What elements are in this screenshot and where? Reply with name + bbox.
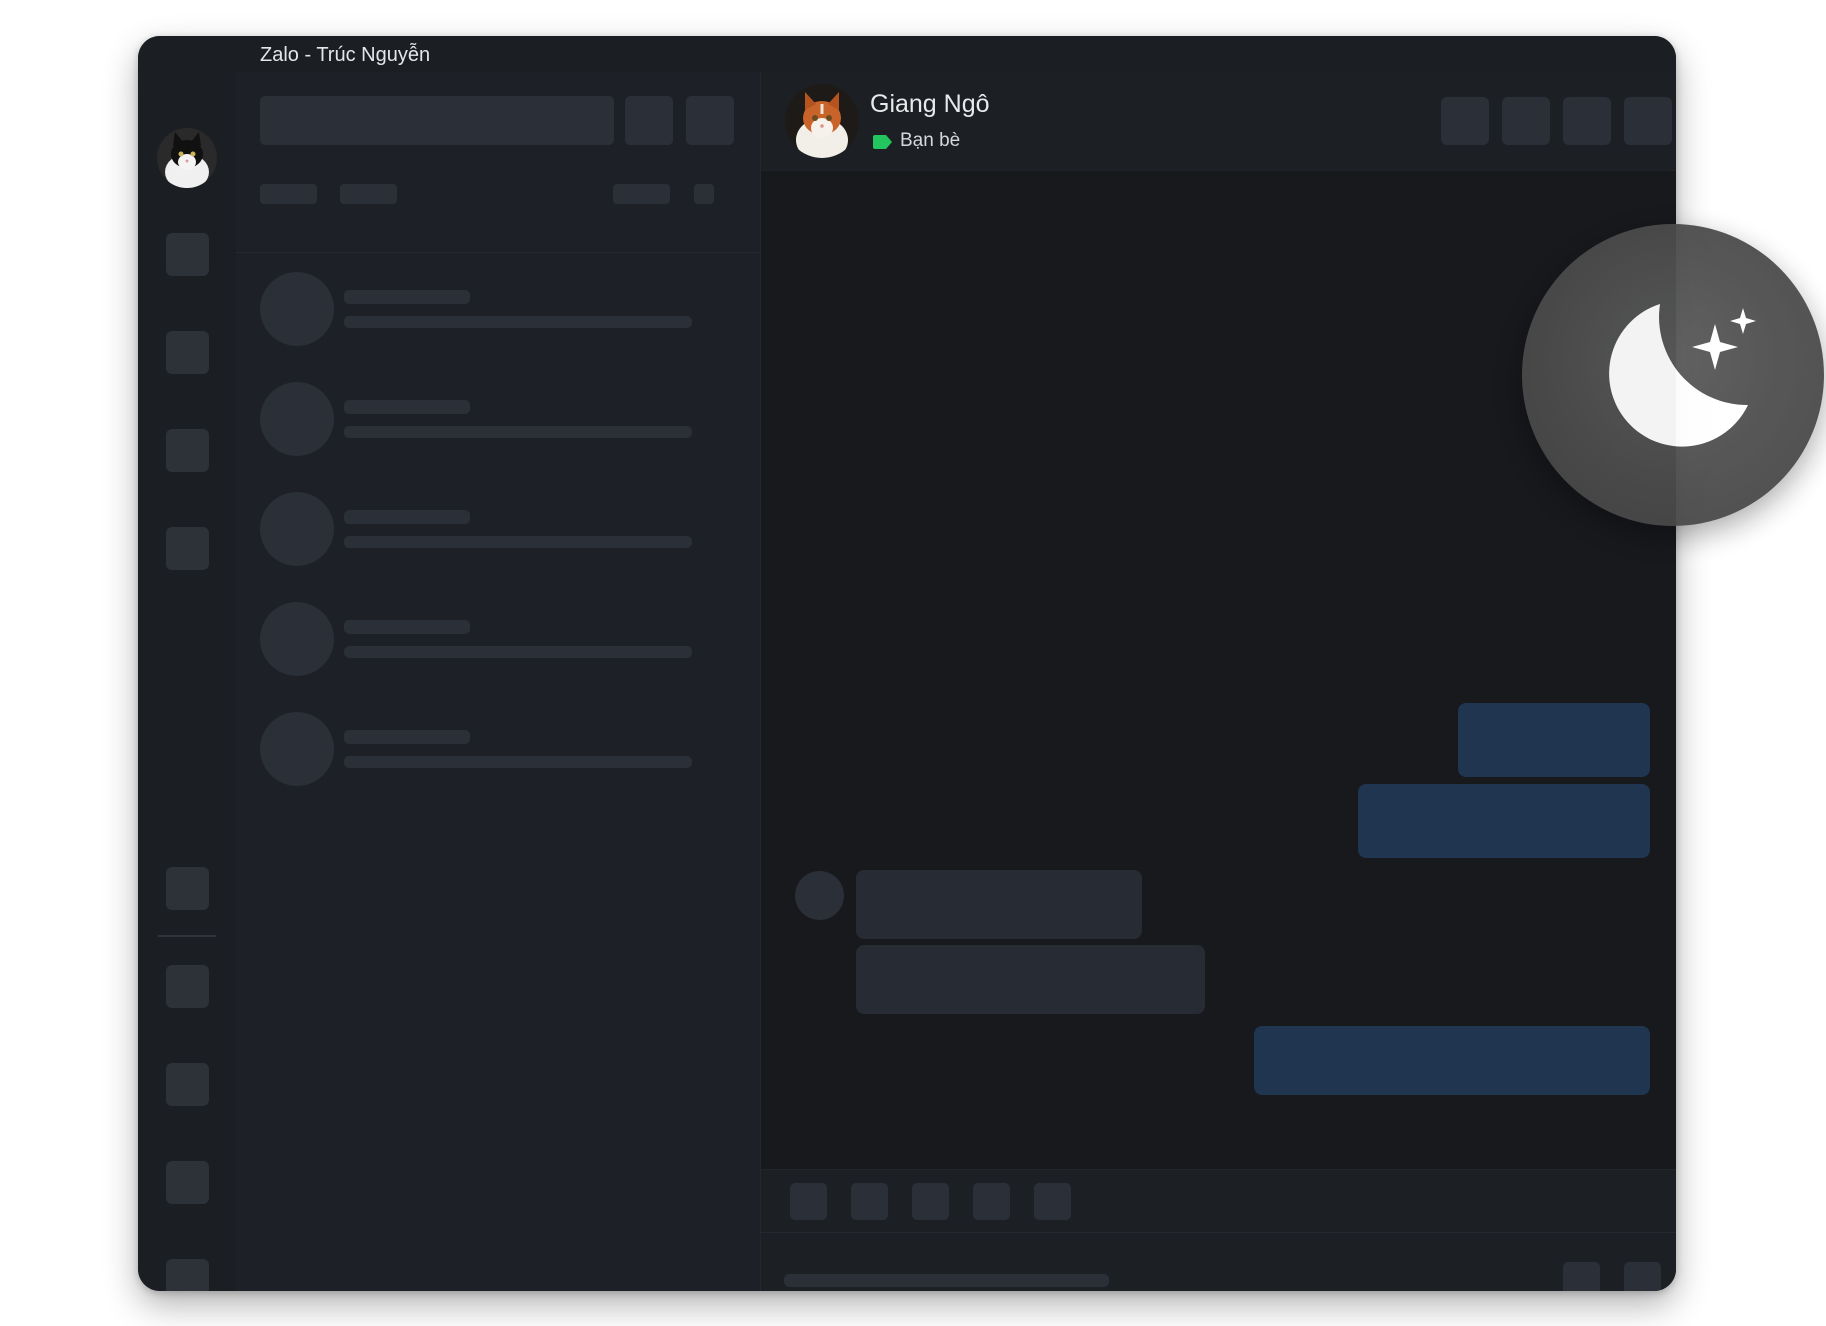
avatar: [260, 382, 334, 456]
message-bubble-outgoing[interactable]: [1458, 703, 1650, 777]
screenshot-button[interactable]: [973, 1183, 1010, 1220]
conversation-list: [236, 72, 761, 1291]
add-friend-button[interactable]: [625, 96, 673, 145]
group-add-button[interactable]: [1441, 97, 1489, 145]
create-group-button[interactable]: [686, 96, 734, 145]
nav-item-7[interactable]: [166, 1063, 209, 1106]
emoji-button[interactable]: [1563, 1262, 1600, 1291]
message-bubble-outgoing[interactable]: [1254, 1026, 1650, 1095]
title-bar: Zalo - Trúc Nguyễn: [138, 36, 1676, 72]
video-call-button[interactable]: [1563, 97, 1611, 145]
list-item-title: [344, 400, 470, 414]
message-bubble-outgoing[interactable]: [1358, 784, 1650, 858]
list-item-title: [344, 290, 470, 304]
list-item-preview: [344, 646, 692, 658]
chat-header: Giang Ngô Bạn bè: [761, 72, 1676, 171]
sender-avatar[interactable]: [795, 871, 844, 920]
nav-item-5[interactable]: [166, 867, 209, 910]
app-window: Zalo - Trúc Nguyễn Giang Ngô Bạn bè: [138, 36, 1676, 1291]
tab-unread[interactable]: [340, 184, 397, 204]
nav-item-6[interactable]: [166, 965, 209, 1008]
message-bubble-incoming[interactable]: [856, 945, 1205, 1014]
dark-mode-badge: [1522, 224, 1824, 526]
nav-divider: [158, 935, 216, 937]
cat-avatar-icon[interactable]: [785, 84, 859, 158]
list-item-title: [344, 510, 470, 524]
moon-stars-icon: [1609, 304, 1756, 447]
avatar: [260, 272, 334, 346]
contact-name[interactable]: Giang Ngô: [870, 90, 990, 119]
message-input[interactable]: [784, 1274, 1109, 1287]
list-divider: [236, 252, 760, 253]
send-button[interactable]: [1624, 1262, 1661, 1291]
search-chat-button[interactable]: [1502, 97, 1550, 145]
message-bubble-incoming[interactable]: [856, 870, 1142, 939]
image-button[interactable]: [851, 1183, 888, 1220]
list-item-preview: [344, 316, 692, 328]
avatar: [260, 492, 334, 566]
info-panel-button[interactable]: [1624, 97, 1672, 145]
sticker-button[interactable]: [790, 1183, 827, 1220]
nav-item-8[interactable]: [166, 1161, 209, 1204]
avatar: [260, 602, 334, 676]
nav-item-9[interactable]: [166, 1259, 209, 1291]
attach-button[interactable]: [912, 1183, 949, 1220]
nav-item-4[interactable]: [166, 527, 209, 570]
list-item-preview: [344, 756, 692, 768]
more-tools-button[interactable]: [1034, 1183, 1071, 1220]
avatar: [260, 712, 334, 786]
tab-all[interactable]: [260, 184, 317, 204]
nav-rail: [138, 72, 236, 1291]
list-item-title: [344, 730, 470, 744]
search-input[interactable]: [260, 96, 614, 145]
nav-item-1[interactable]: [166, 233, 209, 276]
cat-avatar-icon[interactable]: [157, 128, 217, 188]
composer-toolbar: [761, 1169, 1676, 1232]
list-item-preview: [344, 536, 692, 548]
contact-tag[interactable]: Bạn bè: [900, 130, 960, 152]
composer: [761, 1232, 1676, 1291]
filter-button[interactable]: [613, 184, 670, 204]
tag-icon: [873, 135, 892, 149]
nav-item-2[interactable]: [166, 331, 209, 374]
list-item-title: [344, 620, 470, 634]
window-title: Zalo - Trúc Nguyễn: [260, 44, 431, 66]
nav-item-3[interactable]: [166, 429, 209, 472]
list-item-preview: [344, 426, 692, 438]
more-button[interactable]: [694, 184, 714, 204]
